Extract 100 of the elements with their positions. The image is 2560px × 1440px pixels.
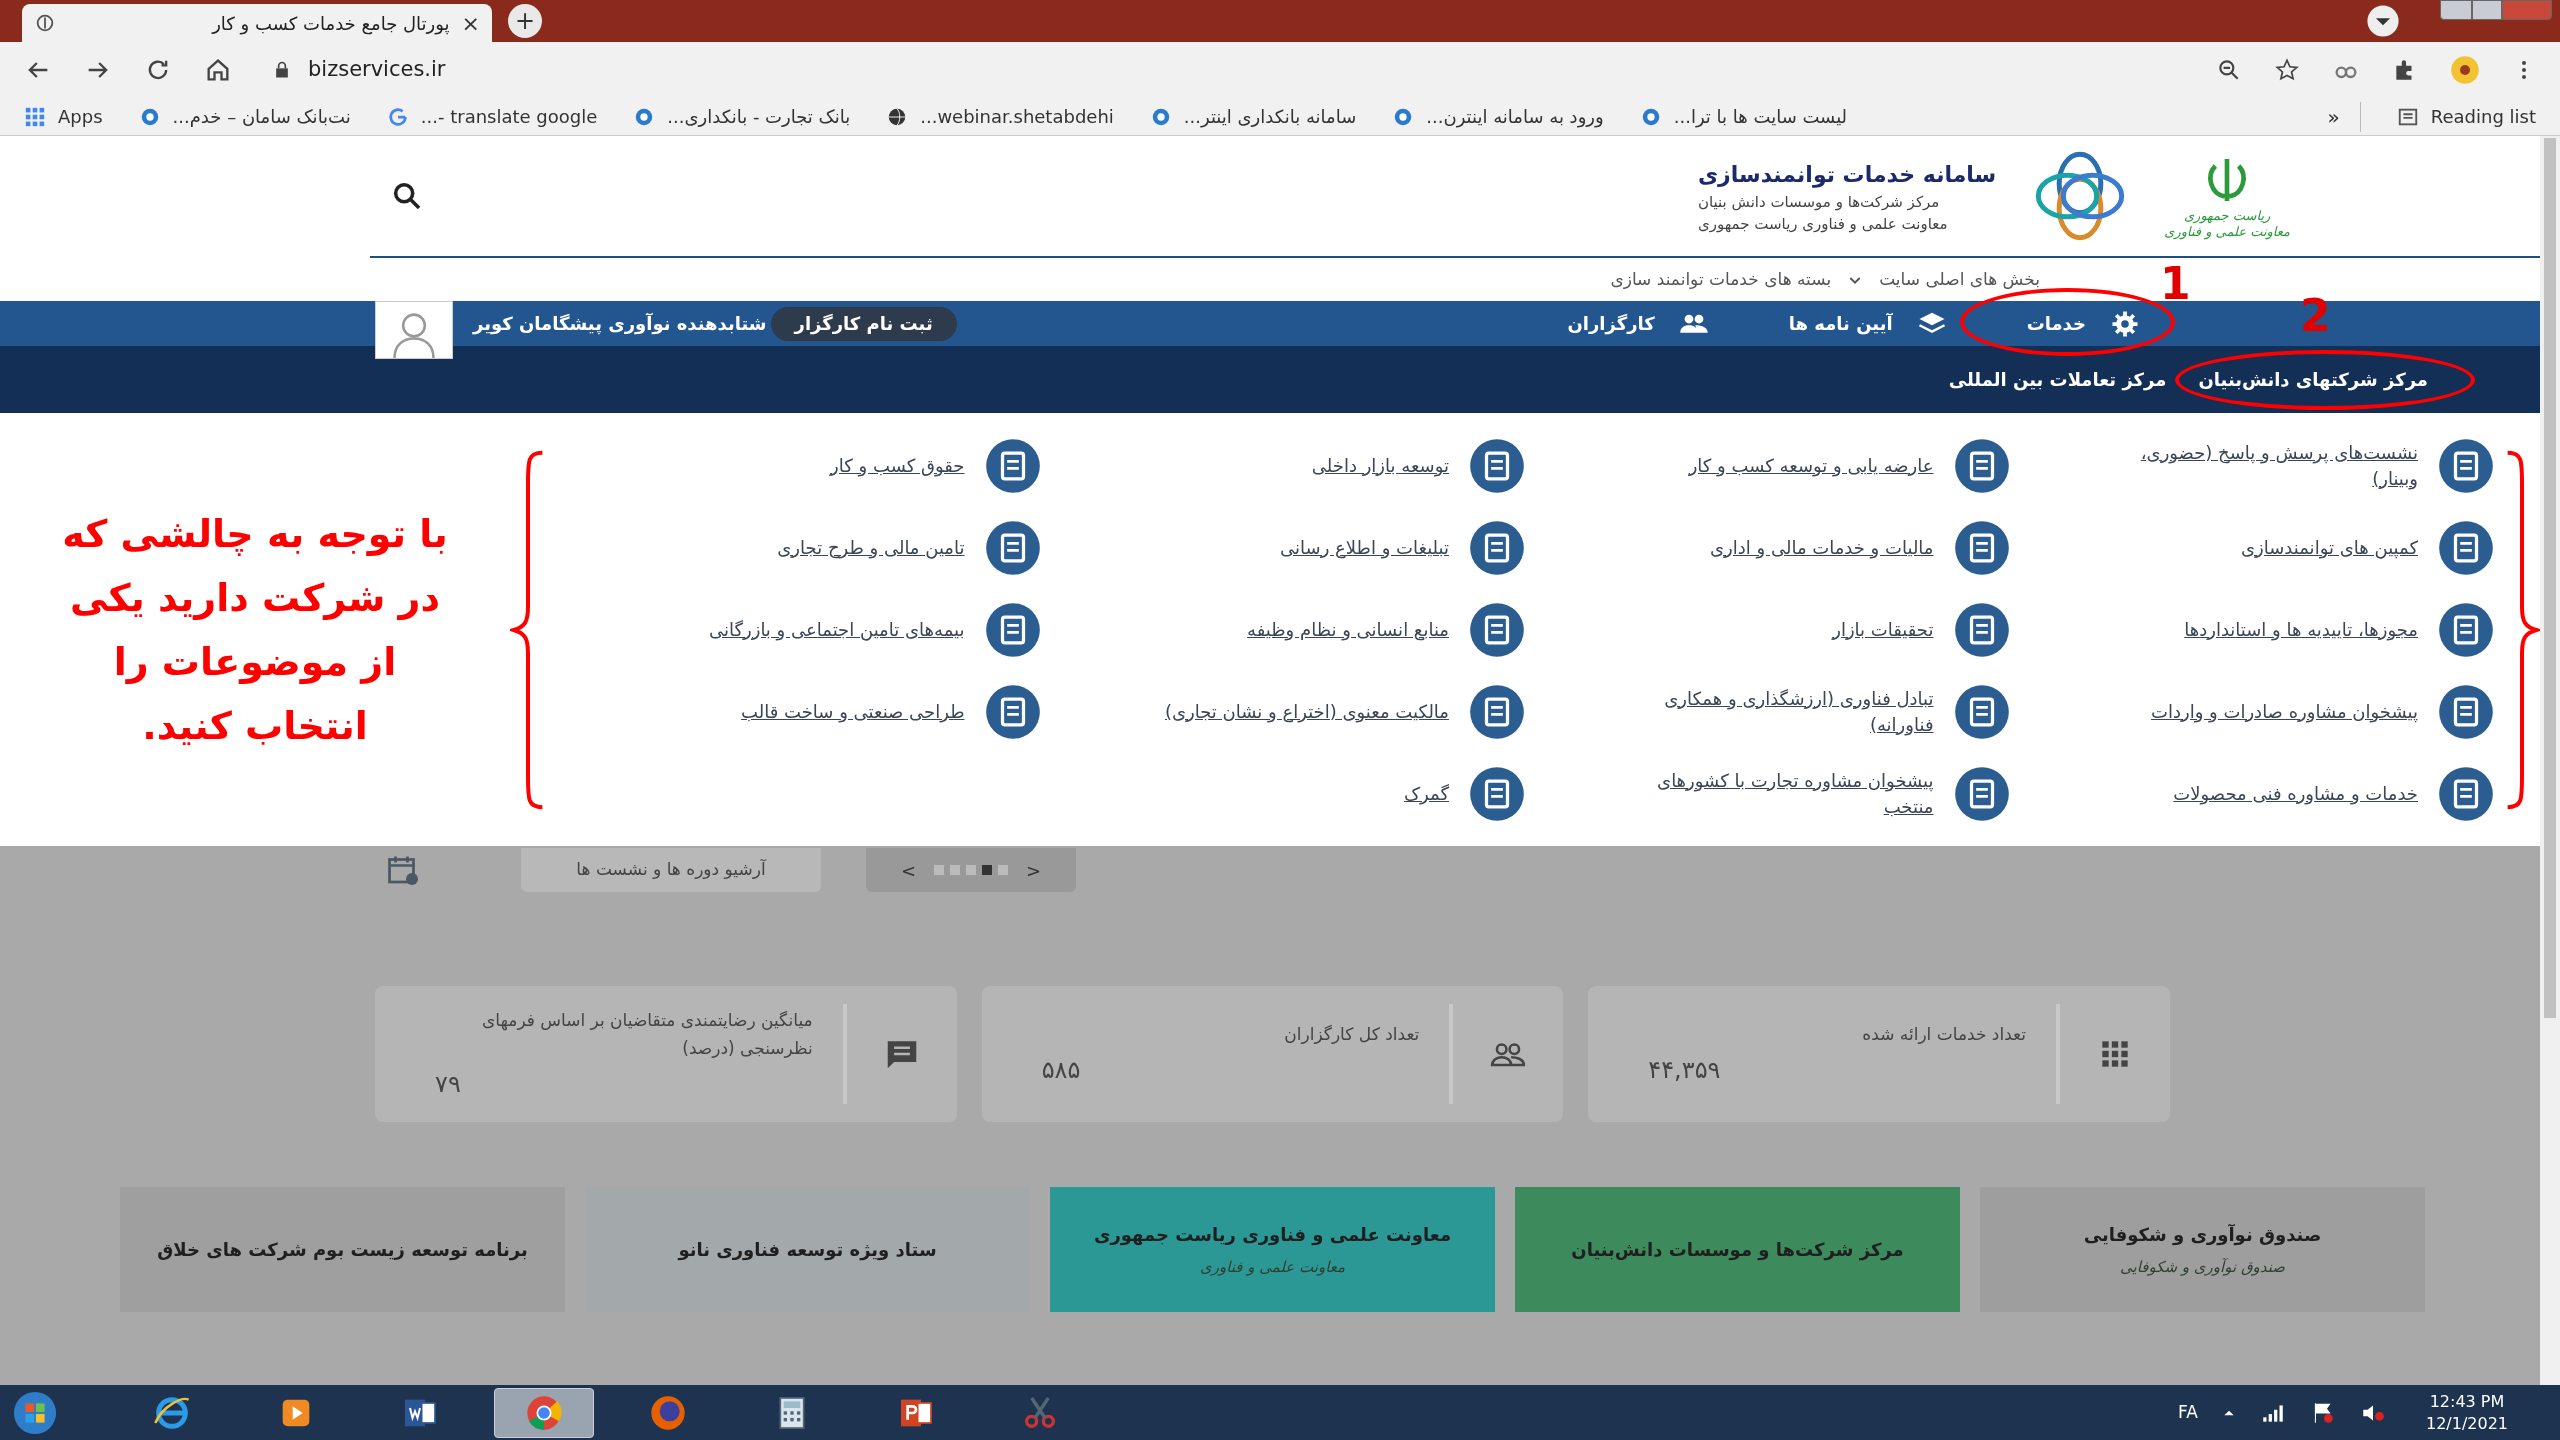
language-indicator[interactable]: FA	[2178, 1399, 2198, 1426]
document-icon	[1953, 601, 2010, 658]
nav-menu-item[interactable]: کارگزاران	[1567, 308, 1709, 339]
document-icon	[984, 683, 1041, 740]
user-name: شتابدهنده نوآوری پیشگامان کویر	[473, 312, 767, 337]
tab-close-button[interactable]: ×	[461, 6, 480, 40]
service-link[interactable]: بیمه‌های تامین اجتماعی و بازرگانی	[644, 616, 965, 643]
step-number: 1	[2160, 262, 2191, 306]
banner-card[interactable]: مرکز شرکت‌ها و موسسات دانش‌بنیان	[1515, 1187, 1960, 1312]
service-link[interactable]: طراحی صنعتی و ساخت قالب	[644, 698, 965, 725]
service-link[interactable]: مجوزها، تاییدیه ها و استانداردها	[2098, 616, 2418, 643]
service-link[interactable]: تبادل فناوری (ارزشگذاری و همکاری فناورانه)	[1613, 685, 1934, 738]
service-link[interactable]: منابع انسانی و نظام وظیفه	[1129, 616, 1449, 643]
stat-label: تعداد کل کارگزاران	[1283, 1023, 1420, 1046]
document-icon	[984, 519, 1041, 576]
document-icon	[2438, 683, 2494, 740]
banner-logo-caption: معاونت علمی و فناوری	[1199, 1256, 1346, 1278]
emblem-caption: معاونت علمی و فناوری	[2164, 224, 2290, 240]
service-link[interactable]: کمپین های توانمندسازی	[2098, 534, 2418, 561]
archive-button[interactable]: آرشیو دوره ها و نشست ها	[521, 848, 821, 892]
site-subtitle: مرکز شرکت‌ها و موسسات دانش بنیان	[1697, 191, 1940, 213]
reading-list-button[interactable]: Reading list	[2396, 103, 2536, 130]
site-subtitle: معاونت علمی و فناوری ریاست جمهوری	[1697, 213, 1948, 235]
emblem-caption: ریاست جمهوری	[2183, 208, 2271, 224]
breadcrumb-link[interactable]: بسته های خدمات توانمند سازی	[1610, 266, 1832, 293]
service-link[interactable]: مالکیت معنوی (اختراع و نشان تجاری)	[1129, 698, 1449, 725]
bookmark-link[interactable]: نت‌بانک سامان – خدم...	[138, 103, 351, 130]
banner-title: ستاد ویژه توسعه فناوری نانو	[678, 1238, 937, 1263]
service-link[interactable]: مالیات و خدمات مالی و اداری	[1613, 534, 1934, 561]
url-text[interactable]: bizservices.ir	[308, 54, 446, 86]
profile-icon[interactable]	[2366, 4, 2400, 38]
step-number: 2	[2300, 294, 2331, 338]
next-button[interactable]: >	[1026, 856, 1042, 884]
banner-title: برنامه توسعه زیست بوم شرکت های خلاق	[157, 1238, 528, 1263]
instruction-text: با توجه به چالشی که در شرکت دارید یکی از موضوعات را انتخاب کنید.	[61, 510, 449, 750]
site-title: سامانه خدمات توانمندسازی	[1697, 160, 1997, 190]
service-link[interactable]: گمرک	[1129, 780, 1449, 807]
scrollbar[interactable]	[2540, 136, 2560, 1385]
apps-grid-icon	[24, 105, 46, 128]
document-icon	[2438, 519, 2494, 576]
previous-button[interactable]: <	[900, 856, 916, 884]
new-tab-button[interactable]: +	[508, 4, 542, 38]
submenu-link[interactable]: مرکز شرکتهای دانش‌بنیان	[2186, 366, 2440, 393]
document-icon	[1469, 765, 1525, 822]
taskbar-app-button[interactable]	[494, 1387, 594, 1438]
minimize-button[interactable]	[2440, 0, 2472, 20]
clock-date[interactable]: 12/1/2021	[2425, 1412, 2508, 1435]
document-icon	[984, 601, 1041, 658]
clock-time[interactable]: 12:43 PM	[2429, 1390, 2505, 1413]
bookmark-link[interactable]: سامانه بانکداری اینتر...	[1149, 103, 1357, 130]
service-link[interactable]: پیشخوان مشاوره تجارت با کشورهای منتخب	[1613, 767, 1934, 820]
stat-value: ۴۴,۳۵۹	[1648, 1055, 1721, 1086]
stat-value: ۵۸۵	[1041, 1055, 1081, 1086]
bookmark-link[interactable]: translate google -...	[386, 103, 598, 130]
letter-g-icon	[386, 105, 409, 128]
banner-card[interactable]: صندوق نوآوری و شکوفایی صندوق نوآوری و شکوفایی	[1980, 1187, 2425, 1312]
service-link[interactable]: حقوق کسب و کار	[644, 452, 965, 479]
document-icon	[1469, 437, 1525, 494]
stat-value: ۷۹	[435, 1069, 461, 1100]
bookmark-link[interactable]: webinar.shetabdehi...	[886, 103, 1114, 130]
bookmark-link[interactable]: Apps	[24, 103, 103, 130]
stat-label: میانگین رضایتمندی متقاضیان بر اساس فرمهای نظرسنجی (درصد)	[480, 1009, 813, 1060]
document-icon	[1953, 683, 2010, 740]
start-orb-icon[interactable]	[12, 1389, 58, 1436]
breadcrumb-link[interactable]: بخش های اصلی سایت	[1879, 266, 2040, 293]
banner-title: معاونت علمی و فناوری ریاست جمهوری	[1093, 1222, 1452, 1248]
site-favicon-icon	[34, 12, 56, 34]
document-icon	[1469, 683, 1525, 740]
service-link[interactable]: تامین مالی و طرح تجاری	[644, 534, 965, 561]
banner-logo-caption: صندوق نوآوری و شکوفایی	[2120, 1256, 2285, 1278]
service-link[interactable]: خدمات و مشاوره فنی محصولات	[2098, 780, 2418, 807]
banner-card[interactable]: برنامه توسعه زیست بوم شرکت های خلاق	[120, 1187, 565, 1312]
tab-title: پورتال جامع خدمات کسب و کار	[210, 11, 450, 37]
document-icon	[1953, 437, 2010, 494]
banner-title: صندوق نوآوری و شکوفایی	[2083, 1222, 2322, 1248]
service-link[interactable]: توسعه بازار داخلی	[1129, 452, 1449, 479]
more-bookmarks-button[interactable]: »	[2327, 101, 2361, 132]
star-icon[interactable]	[2274, 57, 2300, 83]
service-link[interactable]: تحقیقات بازار	[1613, 616, 1934, 643]
document-icon	[1469, 519, 1525, 576]
bookmark-link[interactable]: لیست سایت ها با ترا...	[1639, 103, 1848, 130]
restore-button[interactable]	[2472, 0, 2502, 20]
document-icon	[1953, 519, 2010, 576]
register-button[interactable]: ثبت نام کارگزار	[770, 306, 957, 341]
avatar-icon[interactable]	[2450, 55, 2480, 85]
bookmark-link[interactable]: بانک تجارت - بانکداری...	[633, 103, 851, 130]
service-link[interactable]: عارضه یابی و توسعه کسب و کار	[1613, 452, 1934, 479]
submenu-link[interactable]: مرکز تعاملات بین المللی	[1936, 366, 2179, 393]
browser-tab[interactable]: پورتال جامع خدمات کسب و کار ×	[22, 4, 492, 42]
service-link[interactable]: تبلیغات و اطلاع رسانی	[1129, 534, 1449, 561]
service-link[interactable]: پیشخوان مشاوره صادرات و واردات	[2098, 698, 2418, 725]
banner-card[interactable]: ستاد ویژه توسعه فناوری نانو	[585, 1187, 1030, 1312]
stat-label: تعداد خدمات ارائه شده	[1861, 1023, 2026, 1046]
document-icon	[2438, 437, 2494, 494]
bookmark-link[interactable]: ورود به سامانه اینترن...	[1392, 103, 1604, 130]
banner-card[interactable]: معاونت علمی و فناوری ریاست جمهوری معاونت علمی و فناوری	[1050, 1187, 1495, 1312]
nav-menu-item[interactable]: خدمات	[2026, 308, 2140, 339]
service-link[interactable]: نشست‌های پرسش و پاسخ (حضوری، وبینار)	[2098, 439, 2418, 492]
nav-menu-item[interactable]: آیین نامه ها	[1788, 308, 1947, 339]
document-icon	[1953, 765, 2010, 822]
